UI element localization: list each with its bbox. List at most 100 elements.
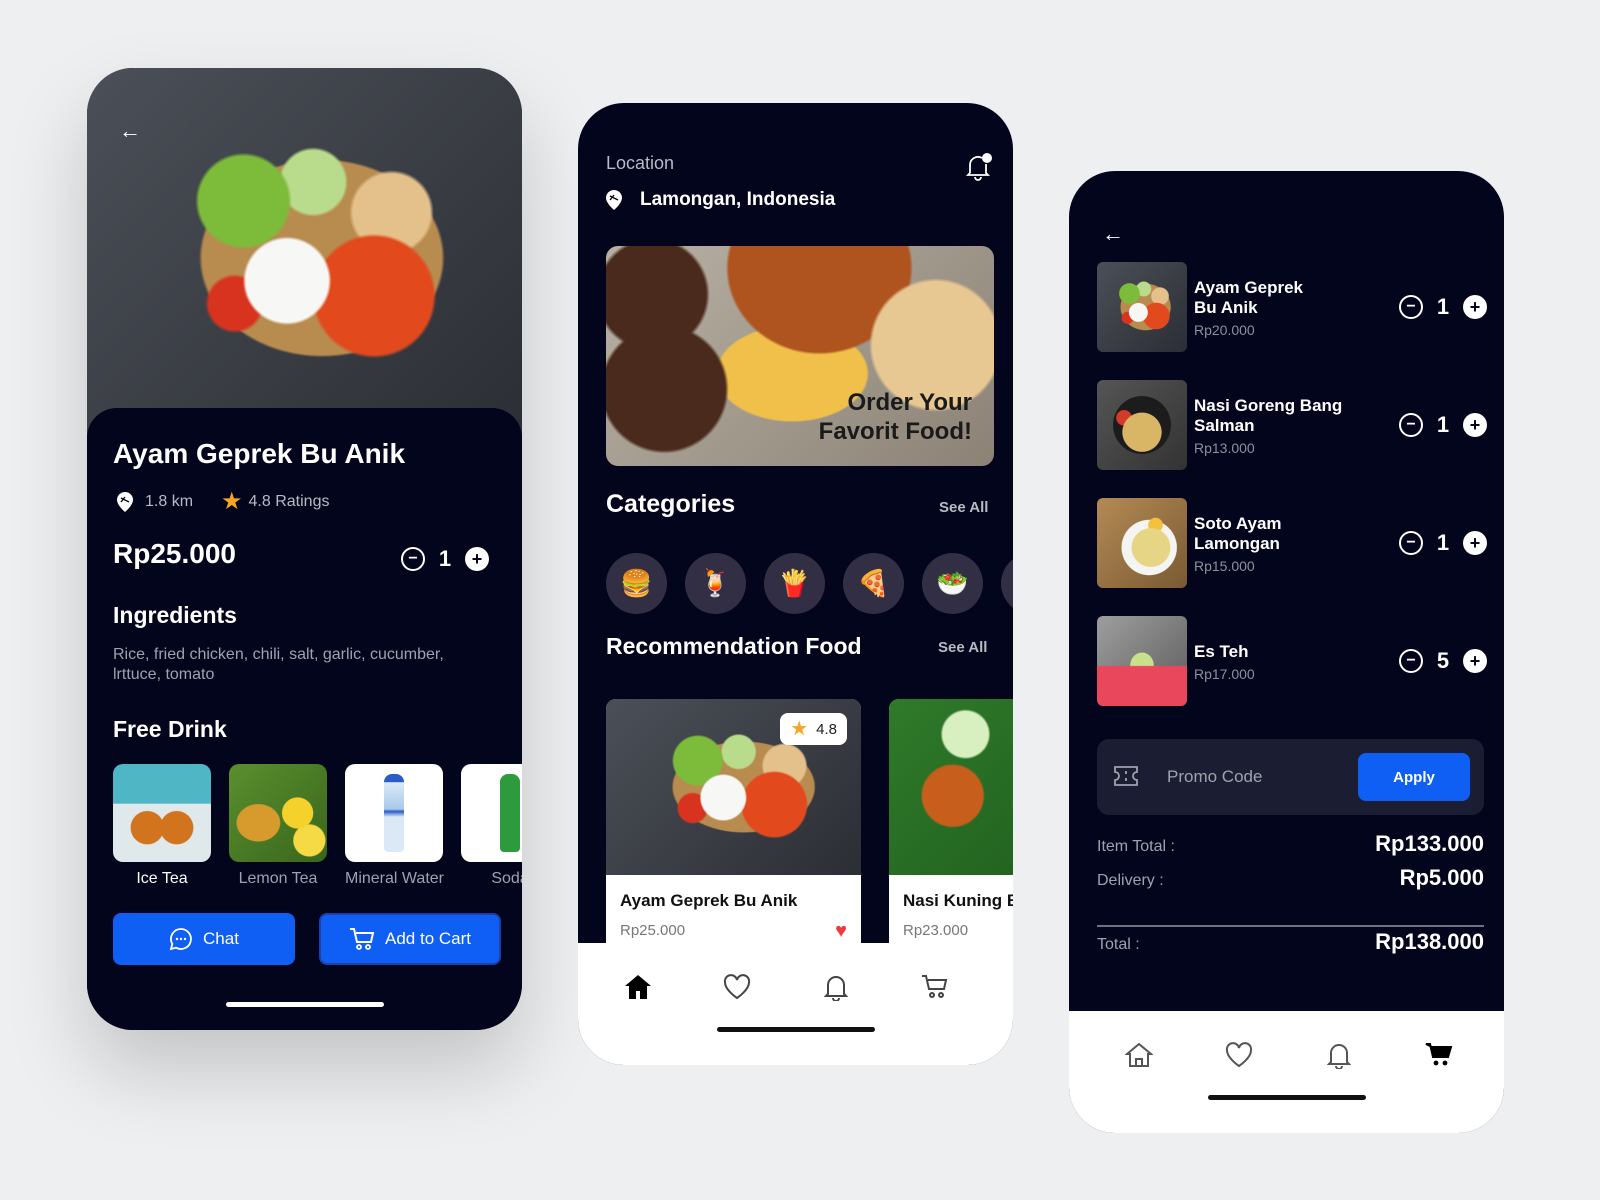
cart-item-price: Rp15.000 — [1194, 558, 1255, 574]
cart-item: Soto Ayam Lamongan Rp15.000 − 1 + — [1097, 498, 1487, 590]
increment-button[interactable]: + — [1463, 413, 1487, 437]
salad-icon: 🥗 — [936, 568, 969, 598]
bell-icon — [824, 976, 848, 1001]
quantity-stepper: − 5 + — [1399, 648, 1487, 674]
add-to-cart-label: Add to Cart — [385, 929, 471, 948]
quantity-value: 1 — [1436, 294, 1450, 319]
pizza-icon: 🍕 — [857, 568, 890, 598]
tab-cart[interactable] — [919, 971, 951, 1003]
summary-divider — [1097, 925, 1484, 927]
food-name: Ayam Geprek Bu Anik — [620, 891, 798, 910]
location-label: Location — [606, 153, 675, 173]
increment-button[interactable]: + — [1463, 531, 1487, 555]
quantity-stepper: − 1 + — [1399, 530, 1487, 556]
notification-button[interactable] — [965, 153, 992, 181]
heart-icon — [1225, 1042, 1253, 1068]
total-row: Total : Rp138.000 — [1097, 929, 1484, 955]
total-value: Rp138.000 — [1375, 929, 1484, 954]
cart-item-image — [1097, 380, 1187, 470]
delivery-row: Delivery : Rp5.000 — [1097, 865, 1484, 891]
cart-item: Nasi Goreng Bang Salman Rp13.000 − 1 + — [1097, 380, 1487, 472]
cart-item-name: Nasi Goreng Bang Salman — [1194, 396, 1343, 435]
home-filled-icon — [625, 975, 651, 999]
categories-see-all-link[interactable]: See All — [939, 499, 988, 516]
recommendation-card[interactable]: ★ 4.8 Ayam Geprek Bu Anik Rp25.000 ♥ — [606, 699, 861, 959]
food-meta: 1.8 km ★ 4.8 Ratings — [117, 490, 329, 514]
category-burger[interactable]: 🍔 — [606, 553, 667, 614]
tab-notifications[interactable] — [820, 971, 852, 1003]
cart-item-price: Rp17.000 — [1194, 666, 1255, 682]
cart-icon — [350, 928, 375, 950]
drink-label: Soda — [491, 870, 522, 887]
tab-cart[interactable] — [1423, 1039, 1455, 1071]
quantity-stepper: − 1 + — [1399, 294, 1487, 320]
apply-button[interactable]: Apply — [1358, 753, 1470, 801]
cart-item-price: Rp13.000 — [1194, 440, 1255, 456]
item-total-value: Rp133.000 — [1375, 831, 1484, 856]
drink-option-mineral-water[interactable]: Mineral Water — [345, 764, 444, 888]
food-image — [889, 699, 1013, 875]
location-selector[interactable]: Lamongan, Indonesia — [606, 189, 835, 211]
category-more[interactable]: 🍩 — [1001, 553, 1013, 614]
rating-text: 4.8 Ratings — [248, 493, 330, 510]
category-drink[interactable]: 🍹 — [685, 553, 746, 614]
drink-option-lemon-tea[interactable]: Lemon Tea — [229, 764, 327, 888]
cart-item-image — [1097, 498, 1187, 588]
decrement-button[interactable]: − — [1399, 413, 1423, 437]
back-button[interactable]: ← — [1102, 223, 1124, 245]
promo-code-box: Apply — [1097, 739, 1484, 815]
ticket-icon — [1114, 766, 1138, 786]
drink-option-soda[interactable]: Soda — [461, 764, 522, 888]
home-indicator — [225, 1002, 384, 1007]
food-price: Rp25.000 — [113, 538, 236, 569]
cart-item-image — [1097, 616, 1187, 706]
tab-home[interactable] — [622, 971, 654, 1003]
drink-image — [113, 764, 211, 862]
location-value: Lamongan, Indonesia — [640, 189, 836, 210]
drink-option-ice-tea[interactable]: Ice Tea — [113, 764, 211, 888]
drink-label: Mineral Water — [345, 870, 444, 887]
increment-button[interactable]: + — [1463, 649, 1487, 673]
location-pin-icon — [606, 190, 622, 210]
star-icon: ★ — [221, 488, 243, 515]
increment-button[interactable]: + — [465, 547, 489, 571]
notification-dot — [982, 153, 992, 163]
decrement-button[interactable]: − — [1399, 531, 1423, 555]
drink-image — [345, 764, 443, 862]
food-title: Ayam Geprek Bu Anik — [113, 438, 406, 469]
back-button[interactable]: ← — [119, 120, 141, 142]
decrement-button[interactable]: − — [401, 547, 425, 571]
cart-item: Es Teh Rp17.000 − 5 + — [1097, 616, 1487, 708]
tab-favorites[interactable] — [721, 971, 753, 1003]
promo-code-input[interactable] — [1167, 763, 1347, 791]
cart-filled-icon — [1425, 1043, 1453, 1066]
tab-notifications[interactable] — [1323, 1039, 1355, 1071]
recommendation-card[interactable]: Nasi Kuning Bu Rp23.000 — [889, 699, 1013, 959]
add-to-cart-button[interactable]: Add to Cart — [319, 913, 501, 965]
category-pizza[interactable]: 🍕 — [843, 553, 904, 614]
decrement-button[interactable]: − — [1399, 649, 1423, 673]
star-icon: ★ — [790, 718, 809, 740]
increment-button[interactable]: + — [1463, 295, 1487, 319]
food-price: Rp25.000 — [620, 922, 686, 939]
tab-favorites[interactable] — [1223, 1039, 1255, 1071]
quantity-value: 1 — [1436, 412, 1450, 437]
home-icon — [1125, 1042, 1153, 1067]
quantity-stepper: − 1 + — [401, 546, 489, 572]
cart-item: Ayam Geprek Bu Anik Rp20.000 − 1 + — [1097, 262, 1487, 354]
category-list: 🍔 🍹 🍟 🍕 🥗 🍩 — [606, 553, 1013, 614]
heart-filled-icon[interactable]: ♥ — [835, 921, 847, 941]
arrow-left-icon: ← — [119, 118, 141, 143]
cart-item-price: Rp20.000 — [1194, 322, 1255, 338]
banner-line: Favorit Food! — [818, 418, 972, 445]
decrement-button[interactable]: − — [1399, 295, 1423, 319]
category-salad[interactable]: 🥗 — [922, 553, 983, 614]
recommendation-see-all-link[interactable]: See All — [938, 639, 987, 656]
fries-icon: 🍟 — [778, 568, 811, 598]
category-fries[interactable]: 🍟 — [764, 553, 825, 614]
promo-banner[interactable]: Order Your Favorit Food! — [606, 246, 994, 466]
delivery-label: Delivery : — [1097, 872, 1164, 889]
chat-button[interactable]: Chat — [113, 913, 295, 965]
cart-screen: ← Ayam Geprek Bu Anik Rp20.000 − 1 + Nas… — [1069, 171, 1504, 1133]
tab-home[interactable] — [1123, 1039, 1155, 1071]
